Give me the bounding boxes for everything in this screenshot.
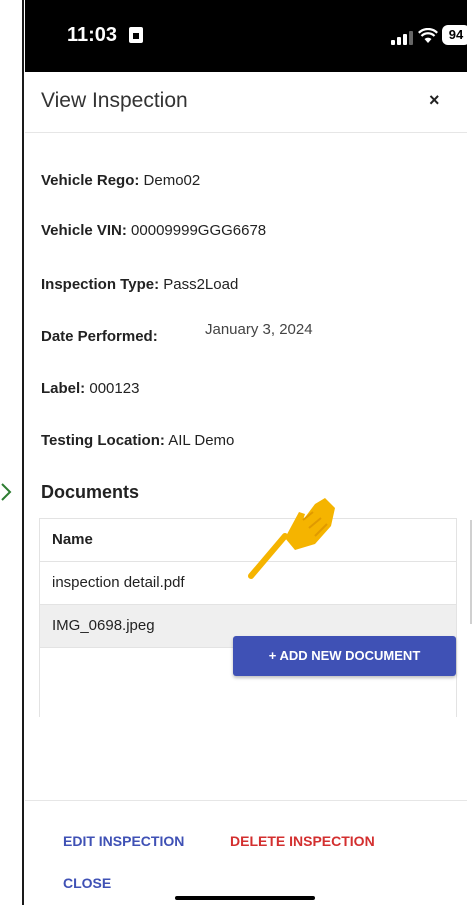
label-label: Label: xyxy=(41,380,86,397)
home-indicator xyxy=(175,896,315,900)
document-name[interactable]: inspection detail.pdf xyxy=(52,574,185,591)
testing-location-value: AIL Demo xyxy=(164,432,235,449)
sim-icon xyxy=(129,27,143,43)
vehicle-rego-label: Vehicle Rego: xyxy=(41,172,140,189)
vehicle-vin-label: Vehicle VIN: xyxy=(41,222,127,239)
date-performed-value: January 3, 2024 xyxy=(205,321,313,338)
vehicle-vin-field: Vehicle VIN: 00009999GGG6678 xyxy=(41,222,266,239)
vehicle-rego-field: Vehicle Rego: Demo02 xyxy=(41,172,200,189)
status-bar: 11:03 94 xyxy=(25,0,470,72)
phone-screen: 11:03 94 View Inspection × Vehicle Rego:… xyxy=(25,0,472,905)
battery-icon: 94 xyxy=(442,25,470,45)
green-arrow-icon xyxy=(1,483,12,501)
close-button[interactable]: CLOSE xyxy=(63,875,111,891)
left-border-line xyxy=(22,0,24,905)
vehicle-vin-value: 00009999GGG6678 xyxy=(126,222,267,239)
testing-location-field: Testing Location: AIL Demo xyxy=(41,432,234,449)
documents-heading: Documents xyxy=(41,482,140,502)
testing-location-label: Testing Location: xyxy=(41,432,165,449)
date-performed-label: Date Performed: xyxy=(41,328,158,345)
inspection-type-field: Inspection Type: Pass2Load xyxy=(41,276,238,293)
label-field: Label: 000123 xyxy=(41,380,139,397)
date-performed-field: Date Performed: xyxy=(41,328,158,345)
inspection-type-value: Pass2Load xyxy=(159,276,239,293)
add-new-document-button[interactable]: + ADD NEW DOCUMENT xyxy=(233,636,456,676)
wifi-icon xyxy=(418,28,438,43)
inspection-type-label: Inspection Type: xyxy=(41,276,160,293)
label-value: 000123 xyxy=(85,380,140,397)
dialog-header: View Inspection × xyxy=(25,72,467,133)
close-icon[interactable]: × xyxy=(429,90,440,111)
delete-inspection-button[interactable]: DELETE INSPECTION xyxy=(230,833,375,849)
edit-inspection-button[interactable]: EDIT INSPECTION xyxy=(63,833,184,849)
dialog-title: View Inspection xyxy=(41,89,188,112)
footer-divider xyxy=(25,800,467,801)
pointing-hand-icon xyxy=(248,498,335,579)
vehicle-rego-value: Demo02 xyxy=(139,172,201,189)
column-header-name: Name xyxy=(52,531,93,548)
status-time: 11:03 xyxy=(67,24,118,46)
document-name[interactable]: IMG_0698.jpeg xyxy=(52,617,155,634)
